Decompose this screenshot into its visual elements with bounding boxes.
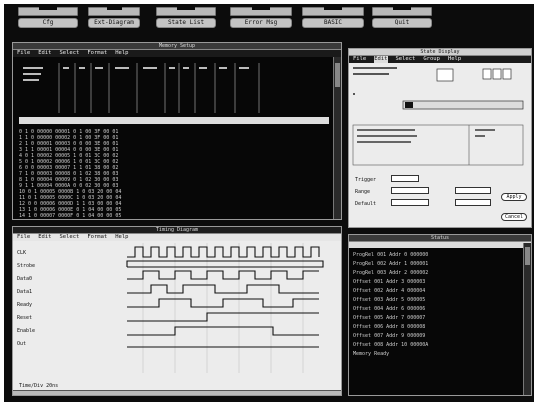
default-field[interactable] — [391, 199, 429, 206]
signal-name[interactable]: Reset — [17, 312, 77, 325]
menu-group[interactable]: Group — [423, 56, 440, 63]
state-title: State Display — [349, 49, 531, 56]
timing-menubar: File Edit Select Format Help — [13, 234, 341, 241]
signal-names: CLK Strobe Data0 Data1 Ready Reset Enabl… — [17, 247, 77, 351]
panel-tab-6[interactable] — [372, 7, 432, 16]
waveform-clk — [127, 246, 320, 258]
range-label: Range — [355, 189, 371, 195]
state-list-button[interactable]: State List — [156, 18, 216, 28]
signal-name[interactable]: Data1 — [17, 286, 77, 299]
waveform-ready — [127, 298, 319, 308]
menu-edit[interactable]: Edit — [38, 50, 51, 57]
waveform-data0 — [127, 270, 319, 280]
listing-row[interactable]: 14 1 0 00007 0000F 0 1 04 00 00 05 — [19, 213, 329, 219]
listing-column-header — [19, 117, 329, 124]
menu-help[interactable]: Help — [448, 56, 461, 63]
menu-select[interactable]: Select — [396, 56, 416, 63]
menu-file[interactable]: File — [17, 50, 30, 57]
default-end-field[interactable] — [455, 199, 491, 206]
menu-format[interactable]: Format — [87, 234, 107, 241]
timing-title: Timing Diagram — [13, 227, 341, 234]
state-window: State Display File Edit Select Group Hel… — [348, 48, 532, 228]
status-row[interactable]: Offset 002 Addr 4 000004 — [353, 287, 523, 296]
workstation-screen: Cfg Ext-Diagram State List Error Msg BAS… — [4, 4, 534, 402]
status-row[interactable]: Memory Ready — [353, 350, 523, 359]
waveform-area[interactable] — [123, 243, 333, 383]
listing-scrollbar[interactable] — [333, 57, 341, 219]
state-panel-graphics — [352, 67, 524, 166]
basic-button[interactable]: BASIC — [302, 18, 364, 28]
status-title: Status — [349, 235, 531, 242]
status-row[interactable]: Offset 001 Addr 3 000003 — [353, 278, 523, 287]
error-msg-button[interactable]: Error Msg — [230, 18, 292, 28]
status-window: Status ProgRel 001 Addr 0 000000 ProgRel… — [348, 234, 532, 396]
listing-window: Memory Setup File Edit Select Format Hel… — [12, 42, 342, 220]
waveform-enable — [127, 326, 319, 336]
apply-button[interactable]: Apply — [501, 193, 527, 201]
menu-file[interactable]: File — [353, 56, 366, 63]
listing-rows: 0 1 0 00000 00001 0 1 00 3F 00 01 1 1 0 … — [19, 129, 329, 219]
status-row[interactable]: Offset 008 Addr 10 00000A — [353, 341, 523, 350]
timing-footer: Time/Div 20ns — [19, 383, 59, 389]
menu-help[interactable]: Help — [115, 234, 128, 241]
menu-select[interactable]: Select — [60, 234, 80, 241]
menu-file[interactable]: File — [17, 234, 30, 241]
menu-help[interactable]: Help — [115, 50, 128, 57]
ext-diagram-button[interactable]: Ext-Diagram — [88, 18, 140, 28]
status-row[interactable]: ProgRel 003 Addr 2 000002 — [353, 269, 523, 278]
status-row[interactable]: Offset 003 Addr 5 000005 — [353, 296, 523, 305]
status-row[interactable]: ProgRel 002 Addr 1 000001 — [353, 260, 523, 269]
signal-name[interactable]: CLK — [17, 247, 77, 260]
status-row[interactable]: ProgRel 001 Addr 0 000000 — [353, 251, 523, 260]
status-row[interactable]: Offset 006 Addr 8 000008 — [353, 323, 523, 332]
status-scrollbar[interactable] — [523, 243, 531, 395]
signal-name[interactable]: Data0 — [17, 273, 77, 286]
menu-edit[interactable]: Edit — [38, 234, 51, 241]
status-row[interactable]: Offset 004 Addr 6 000006 — [353, 305, 523, 314]
quit-button[interactable]: Quit — [372, 18, 432, 28]
status-row[interactable]: Offset 007 Addr 9 000009 — [353, 332, 523, 341]
panel-tab-5[interactable] — [302, 7, 364, 16]
status-rows: ProgRel 001 Addr 0 000000 ProgRel 002 Ad… — [353, 251, 523, 359]
menu-format[interactable]: Format — [87, 50, 107, 57]
range-start-field[interactable] — [391, 187, 429, 194]
waveform-data1 — [127, 284, 319, 294]
signal-name[interactable]: Enable — [17, 325, 77, 338]
scrollbar-thumb[interactable] — [525, 247, 530, 265]
timing-window: Timing Diagram File Edit Select Format H… — [12, 226, 342, 396]
signal-name[interactable]: Ready — [17, 299, 77, 312]
signal-name[interactable]: Strobe — [17, 260, 77, 273]
cfg-button[interactable]: Cfg — [18, 18, 78, 28]
listing-header — [19, 63, 329, 115]
waveform-strobe — [126, 260, 324, 268]
default-label: Default — [355, 201, 377, 207]
top-toolbar: Cfg Ext-Diagram State List Error Msg BAS… — [4, 4, 534, 30]
scrollbar-thumb[interactable] — [335, 63, 340, 87]
range-end-field[interactable] — [455, 187, 491, 194]
state-menubar: File Edit Select Group Help — [349, 56, 531, 63]
menu-select[interactable]: Select — [60, 50, 80, 57]
menu-edit[interactable]: Edit — [374, 56, 388, 63]
cancel-button[interactable]: Cancel — [501, 213, 527, 221]
listing-header-grid — [23, 63, 260, 113]
trigger-field[interactable] — [391, 175, 419, 182]
status-row[interactable]: Offset 005 Addr 7 000007 — [353, 314, 523, 323]
signal-name[interactable]: Out — [17, 338, 77, 351]
timing-hscrollbar[interactable] — [13, 390, 341, 395]
panel-tab-3[interactable] — [156, 7, 216, 16]
listing-menubar: File Edit Select Format Help — [13, 50, 341, 57]
status-header — [349, 242, 531, 248]
trigger-label: Trigger — [355, 177, 377, 183]
panel-tab-4[interactable] — [230, 7, 292, 16]
listing-title: Memory Setup — [13, 43, 341, 50]
waveform-reset — [127, 312, 319, 322]
panel-tab-2[interactable] — [88, 7, 140, 16]
panel-tab-1[interactable] — [18, 7, 78, 16]
